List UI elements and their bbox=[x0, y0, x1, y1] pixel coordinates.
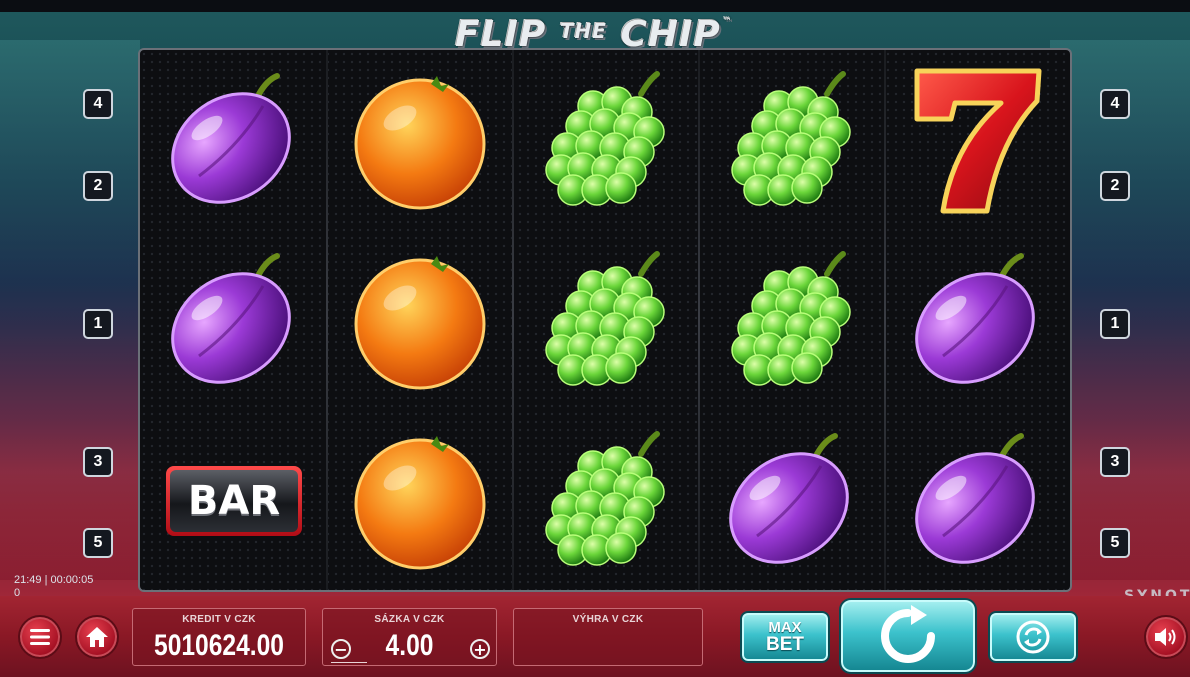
reel-symbol-grapes bbox=[700, 52, 884, 230]
logo-word-flip: FLIP bbox=[455, 14, 547, 55]
max-bet-label-top: MAX bbox=[768, 619, 802, 636]
payline-badge-right[interactable]: 3 bbox=[1100, 447, 1130, 477]
spin-arrow-icon bbox=[881, 605, 935, 663]
credit-label: KREDIT V CZK bbox=[182, 614, 256, 625]
game-screen: 4 2 1 3 5 4 2 1 3 5 BAR FLIP THE CHIP ™ … bbox=[0, 0, 1190, 677]
credit-value: 5010624.00 bbox=[154, 629, 284, 662]
autoplay-button[interactable] bbox=[988, 611, 1078, 663]
autoplay-icon bbox=[1016, 620, 1050, 654]
reel-symbol-plum bbox=[142, 52, 326, 230]
payline-badge-left[interactable]: 3 bbox=[83, 447, 113, 477]
reel-symbol-bar: BAR bbox=[142, 412, 326, 590]
menu-button[interactable] bbox=[18, 615, 62, 659]
game-logo: FLIP THE CHIP ™ bbox=[455, 14, 733, 58]
top-strip bbox=[0, 0, 1190, 12]
reel-symbol-grapes bbox=[514, 52, 698, 230]
speaker-icon bbox=[1155, 628, 1176, 646]
win-label: VÝHRA V CZK bbox=[572, 614, 644, 625]
reel-symbol-orange bbox=[328, 412, 512, 590]
reel-symbol-orange bbox=[328, 52, 512, 230]
home-button[interactable] bbox=[75, 615, 119, 659]
bet-value: 4.00 bbox=[385, 629, 434, 662]
reel-symbol-plum bbox=[886, 232, 1070, 410]
reel-symbol-grapes bbox=[514, 412, 698, 590]
bet-label: SÁZKA V CZK bbox=[374, 614, 445, 625]
reel-symbol-seven bbox=[886, 52, 1070, 230]
menu-icon bbox=[30, 629, 50, 645]
bar-text: BAR bbox=[170, 470, 298, 532]
bet-panel: SÁZKA V CZK 4.00 − + bbox=[322, 608, 497, 666]
reel-symbol-plum bbox=[700, 412, 884, 590]
payline-badge-left[interactable]: 4 bbox=[83, 89, 113, 119]
bet-increase-button[interactable]: + bbox=[470, 639, 490, 659]
clock-text: 21:49 | 00:00:05 bbox=[14, 574, 94, 586]
home-icon bbox=[86, 627, 108, 647]
spin-button[interactable] bbox=[839, 598, 977, 674]
payline-badge-right[interactable]: 2 bbox=[1100, 171, 1130, 201]
max-bet-button[interactable]: MAX BET bbox=[740, 611, 830, 663]
reel-symbol-plum bbox=[142, 232, 326, 410]
trademark: ™ bbox=[722, 17, 733, 27]
payline-badge-left[interactable]: 2 bbox=[83, 171, 113, 201]
logo-word-chip: CHIP bbox=[620, 14, 721, 55]
payline-badge-right[interactable]: 5 bbox=[1100, 528, 1130, 558]
reel-symbol-plum bbox=[886, 412, 1070, 590]
credit-panel: KREDIT V CZK 5010624.00 bbox=[132, 608, 306, 666]
win-panel: VÝHRA V CZK bbox=[513, 608, 703, 666]
logo-word-the: THE bbox=[559, 19, 607, 43]
reel-symbol-grapes bbox=[700, 232, 884, 410]
reel-symbol-orange bbox=[328, 232, 512, 410]
payline-badge-left[interactable]: 5 bbox=[83, 528, 113, 558]
payline-badge-right[interactable]: 1 bbox=[1100, 309, 1130, 339]
reel-symbol-grapes bbox=[514, 232, 698, 410]
max-bet-label-bottom: BET bbox=[766, 634, 804, 655]
payline-badge-left[interactable]: 1 bbox=[83, 309, 113, 339]
bet-underline bbox=[331, 662, 367, 663]
bet-decrease-button[interactable]: − bbox=[331, 639, 351, 659]
left-side-panel bbox=[0, 40, 140, 580]
sound-button[interactable] bbox=[1144, 615, 1188, 659]
payline-badge-right[interactable]: 4 bbox=[1100, 89, 1130, 119]
reel-area: BAR bbox=[138, 48, 1072, 592]
